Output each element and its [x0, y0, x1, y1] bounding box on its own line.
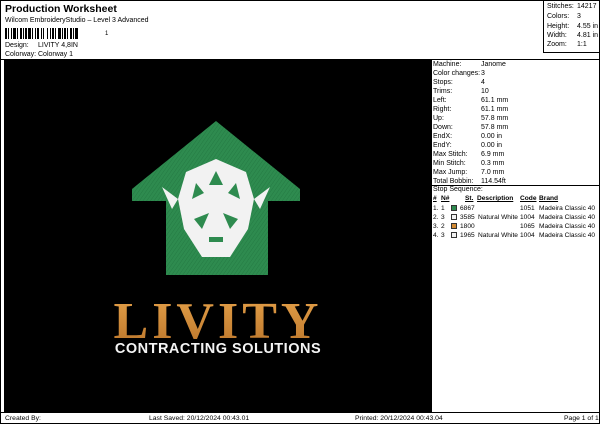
- cell-num: 3.: [433, 223, 439, 230]
- color-swatch: [451, 204, 457, 211]
- info-row: Stops: 4: [433, 79, 485, 86]
- stat-label: Height:: [547, 23, 570, 30]
- color-swatch: [451, 231, 457, 238]
- cell-st: 3585: [460, 214, 475, 221]
- cell-num: 2.: [433, 214, 439, 221]
- info-row: Color changes: 3: [433, 70, 485, 77]
- cell-num: 1.: [433, 205, 439, 212]
- page-number: Page 1 of 1: [564, 415, 599, 422]
- col-st: St.: [465, 195, 474, 202]
- info-row: Max Jump: 7.0 mm: [433, 169, 505, 176]
- stop-row: 3. 2 1800 1065 Madeira Classic 40: [431, 222, 600, 232]
- stat-height: Height: 4.55 in: [547, 23, 600, 30]
- stat-value: 3: [577, 13, 581, 20]
- stat-value: 4.55 in: [577, 23, 599, 30]
- col-code: Code: [520, 195, 537, 202]
- cell-description: Natural White: [478, 232, 518, 239]
- cell-n: 3: [441, 214, 445, 221]
- cell-st: 6867: [460, 205, 475, 212]
- logo-tagline: CONTRACTING SOLUTIONS: [115, 341, 321, 357]
- swatch-cell: [451, 204, 457, 212]
- stat-stitches: Stitches: 14217: [547, 3, 600, 10]
- stop-table-header: # N# St. Description Code Brand: [431, 195, 600, 204]
- color-swatch: [451, 222, 457, 229]
- stat-label: Width:: [547, 32, 567, 39]
- colorway-label: Colorway:: [5, 51, 37, 58]
- last-saved: Last Saved: 20/12/2024 00:43.01: [149, 415, 250, 422]
- stat-colors: Colors: 3: [547, 13, 600, 20]
- design-logo: LIVITY CONTRACTING SOLUTIONS: [4, 59, 431, 412]
- color-swatch: [451, 213, 457, 220]
- stat-label: Zoom:: [547, 41, 567, 48]
- cell-n: 1: [441, 205, 445, 212]
- cell-st: 1965: [460, 232, 475, 239]
- cell-num: 4.: [433, 232, 439, 239]
- col-n: N#: [441, 195, 450, 202]
- info-row: Left: 61.1 mm: [433, 97, 509, 104]
- stats-box: Stitches: 14217 Colors: 3 Height: 4.55 i…: [543, 1, 600, 53]
- cell-brand: Madeira Classic 40: [539, 214, 596, 221]
- cell-code: 1065: [520, 223, 535, 230]
- cell-brand: Madeira Classic 40: [539, 205, 596, 212]
- stat-value: 4.81 in: [577, 32, 599, 39]
- footer-bar: Created By: Last Saved: 20/12/2024 00:43…: [1, 412, 600, 424]
- swatch-cell: [451, 231, 457, 239]
- info-row: Min Stitch: 0.3 mm: [433, 160, 505, 167]
- barcode-bar: [78, 28, 79, 39]
- cell-code: 1051: [520, 205, 535, 212]
- col-brand: Brand: [539, 195, 559, 202]
- stop-row: 4. 3 1965 Natural White 1004 Madeira Classic …: [431, 231, 600, 241]
- info-row: EndY: 0.00 in: [433, 142, 503, 149]
- cell-n: 2: [441, 223, 445, 230]
- info-row: EndX: 0.00 in: [433, 133, 503, 140]
- created-by: Created By:: [5, 415, 41, 422]
- design-value: LIVITY 4,8IN: [38, 42, 78, 49]
- info-row: Total Bobbin: 114.54ft: [433, 178, 506, 185]
- cell-brand: Madeira Classic 40: [539, 232, 596, 239]
- barcode-text: 1: [105, 31, 109, 37]
- cell-code: 1004: [520, 214, 535, 221]
- cell-description: Natural White: [478, 214, 518, 221]
- cell-code: 1004: [520, 232, 535, 239]
- stop-sequence-title: Stop Sequence:: [433, 186, 483, 193]
- info-row: Right: 61.1 mm: [433, 106, 509, 113]
- stat-value: 1:1: [577, 41, 587, 48]
- design-row: Design: LIVITY 4,8IN: [5, 42, 78, 49]
- cell-brand: Madeira Classic 40: [539, 223, 596, 230]
- stat-width: Width: 4.81 in: [547, 32, 600, 39]
- worksheet-sheet: Production Worksheet Wilcom EmbroiderySt…: [0, 0, 600, 424]
- design-barcode: [5, 28, 103, 39]
- cell-n: 3: [441, 232, 445, 239]
- info-row: Machine: Janome: [433, 61, 506, 68]
- stat-label: Stitches:: [547, 3, 574, 10]
- col-num: #: [433, 195, 437, 202]
- stop-row: 2. 3 3585 Natural White 1004 Madeira Classic …: [431, 213, 600, 223]
- swatch-cell: [451, 213, 457, 221]
- swatch-cell: [451, 222, 457, 230]
- stat-value: 14217: [577, 3, 597, 10]
- info-row: Trims: 10: [433, 88, 489, 95]
- colorway-value: Colorway 1: [38, 51, 74, 58]
- cell-st: 1800: [460, 223, 475, 230]
- stop-row: 1. 1 6867 1051 Madeira Classic 40: [431, 204, 600, 214]
- stat-label: Colors:: [547, 13, 570, 20]
- design-preview[interactable]: LIVITY CONTRACTING SOLUTIONS: [4, 59, 431, 412]
- colorway-row: Colorway: Colorway 1: [5, 51, 73, 58]
- design-label: Design:: [5, 42, 29, 49]
- col-description: Description: [477, 195, 514, 202]
- page-title: Production Worksheet: [5, 3, 117, 15]
- printed-date: Printed: 20/12/2024 00:43.04: [355, 415, 443, 422]
- info-row: Down: 57.8 mm: [433, 124, 509, 131]
- info-row: Up: 57.8 mm: [433, 115, 509, 122]
- stat-zoom: Zoom: 1:1: [547, 41, 600, 48]
- info-row: Max Stitch: 6.9 mm: [433, 151, 505, 158]
- software-subtitle: Wilcom EmbroideryStudio – Level 3 Advanc…: [5, 17, 149, 24]
